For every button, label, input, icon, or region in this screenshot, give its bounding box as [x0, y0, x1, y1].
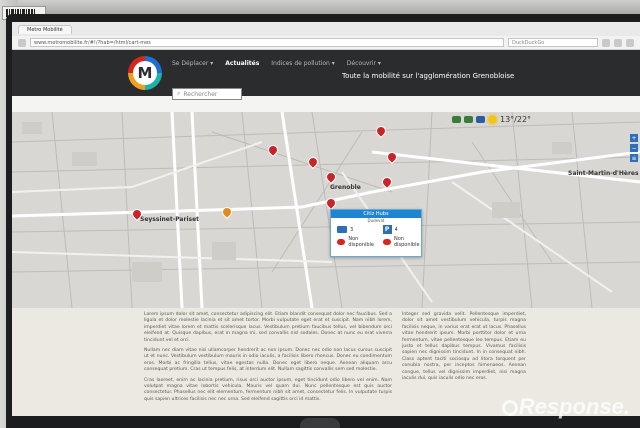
page-title: Toute la mobilité sur l'agglomération Gr…: [342, 72, 515, 80]
address-text: www.metromobilite.fr/#!/?hab=/html/cart-…: [34, 40, 151, 46]
map-search-input[interactable]: ⌕ Rechercher: [172, 88, 242, 100]
browser-tab[interactable]: Metro Mobilité: [18, 24, 72, 34]
popup-title: Citiz Hubs: [331, 210, 421, 218]
layers-button[interactable]: ≡: [630, 154, 638, 162]
nav-item-decouvrir[interactable]: Découvrir ▾: [347, 60, 381, 67]
car-icon: [337, 239, 346, 245]
metromobilite-logo[interactable]: M: [128, 56, 162, 90]
bike-icon: [337, 226, 347, 233]
background-wall: [0, 0, 640, 14]
weather-widget: 13°/22°: [452, 115, 531, 124]
sun-icon: [488, 115, 497, 124]
article-column-left: Lorem ipsum dolor sit amet, consectetur …: [144, 312, 392, 407]
map-streets: [12, 112, 640, 308]
watermark-circle-icon: [501, 400, 518, 417]
car-unavailable-text: Non disponible: [393, 236, 420, 248]
monitor-stand: [300, 418, 340, 428]
address-bar[interactable]: www.metromobilite.fr/#!/?hab=/html/cart-…: [30, 38, 504, 47]
map-label-seyssinet: Seyssinet-Pariset: [140, 216, 200, 223]
browser-toolbar: www.metromobilite.fr/#!/?hab=/html/cart-…: [12, 36, 640, 50]
article-paragraph: Lorem ipsum dolor sit amet, consectetur …: [144, 312, 392, 343]
browser-tab-bar: Metro Mobilité: [12, 22, 640, 36]
bike-icon[interactable]: [476, 116, 485, 123]
popup-car-unavailable: Non disponible: [382, 236, 423, 248]
browser-tab-title: Metro Mobilité: [27, 26, 63, 33]
nav-item-pollution[interactable]: Indices de pollution ▾: [271, 60, 335, 67]
menu-icon[interactable]: [626, 38, 634, 47]
popup-stats: 3 P4 Non disponible Non disponible: [331, 223, 421, 250]
map-label-saint-martin: Saint-Martin-d'Hères: [568, 170, 639, 177]
watermark-text: Response.: [518, 394, 630, 419]
monitor-screen: Metro Mobilité www.metromobilite.fr/#!/?…: [12, 22, 640, 416]
nav-item-se-deplacer[interactable]: Se Déplacer ▾: [172, 60, 213, 67]
bikes-count: 3: [350, 226, 354, 233]
article-paragraph: Nullam nec diam vitae nisi ullamcorper h…: [144, 348, 392, 373]
zoom-in-button[interactable]: +: [630, 134, 638, 142]
browser-search-placeholder: DuckDuckGo: [512, 40, 545, 46]
article-paragraph: Integer sed gravida velit. Pellentesque …: [402, 312, 526, 382]
home-icon[interactable]: [614, 38, 622, 47]
map-view[interactable]: 13°/22° + − ≡ Grenoble Seyssinet-Pariset…: [12, 112, 640, 308]
car-available-text: Non disponible: [348, 236, 374, 248]
article-column-right: Integer sed gravida velit. Pellentesque …: [402, 312, 526, 386]
bus-icon[interactable]: [452, 116, 461, 123]
popup-parking: P4: [382, 225, 423, 234]
nav-item-actualites[interactable]: Actualités: [225, 60, 259, 67]
temperature-text: 13°/22°: [500, 115, 532, 124]
back-icon[interactable]: [18, 38, 26, 47]
logo-letter: M: [133, 61, 157, 85]
search-row: ⌕ Rechercher: [172, 88, 242, 100]
search-label: Rechercher: [183, 90, 218, 98]
popup-car-available: Non disponible: [337, 236, 377, 248]
car-icon[interactable]: [464, 116, 473, 123]
map-controls: + − ≡: [630, 134, 638, 162]
search-icon: ⌕: [177, 90, 181, 97]
zoom-out-button[interactable]: −: [630, 144, 638, 152]
parking-count: 4: [394, 226, 398, 233]
bookmark-icon[interactable]: [602, 38, 610, 47]
browser-search-input[interactable]: DuckDuckGo: [508, 38, 598, 47]
popup-bikes: 3: [337, 225, 377, 234]
response-watermark: Response.: [501, 394, 630, 420]
app-header: M Se Déplacer ▾ Actualités Indices de po…: [12, 50, 640, 96]
map-label-grenoble: Grenoble: [330, 184, 361, 191]
car-icon: [382, 239, 391, 245]
main-nav: Se Déplacer ▾ Actualités Indices de poll…: [172, 60, 381, 67]
article-paragraph: Cras laoreet, enim ac lacinia pretium, r…: [144, 377, 392, 402]
parking-icon: P: [382, 225, 392, 234]
station-popup[interactable]: Citiz Hubs Dudevat 3 P4 Non disponible N…: [330, 209, 422, 257]
